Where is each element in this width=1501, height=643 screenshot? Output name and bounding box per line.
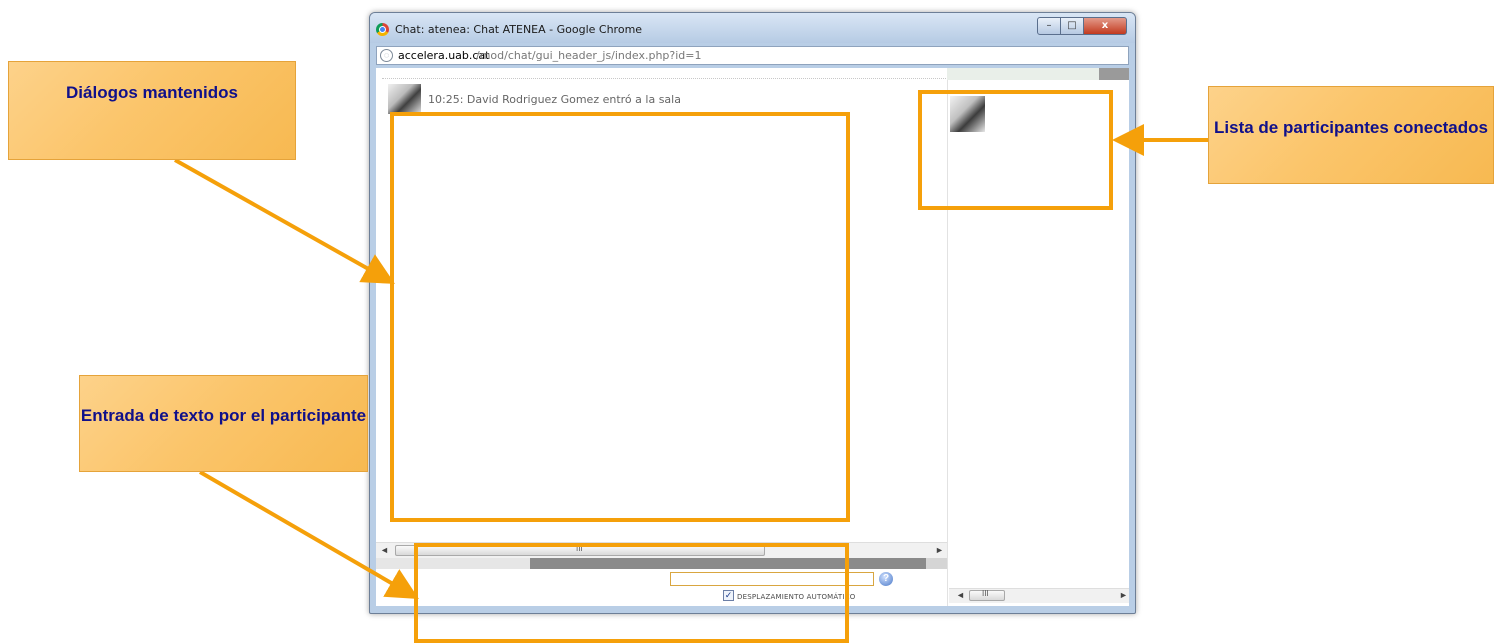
dialogs-arrow: [174, 158, 395, 284]
users-scroll-strip: [1099, 68, 1129, 80]
divider: [382, 78, 950, 79]
window-title: Chat: atenea: Chat ATENEA - Google Chrom…: [395, 23, 643, 36]
scroll-right-arrow-icon[interactable]: ►: [935, 545, 944, 555]
avatar: [388, 84, 421, 114]
chat-message: 10:25: David Rodriguez Gomez entró a la …: [428, 93, 681, 106]
frame-bar-right: [926, 558, 947, 569]
address-bar[interactable]: ◌ accelera.uab.cat /mod/chat/gui_header_…: [376, 46, 1129, 65]
close-button[interactable]: x: [1083, 17, 1127, 35]
chrome-logo-icon: [376, 23, 389, 36]
scroll-left-arrow-icon[interactable]: ◄: [956, 590, 965, 600]
globe-icon: ◌: [380, 49, 393, 62]
title-bar[interactable]: Chat: atenea: Chat ATENEA - Google Chrom…: [370, 13, 1135, 43]
minimize-button[interactable]: –: [1037, 17, 1061, 35]
entry-highlight-box: [414, 543, 849, 643]
scroll-thumb[interactable]: III: [969, 589, 1005, 601]
scroll-left-arrow-icon[interactable]: ◄: [380, 545, 389, 555]
url-path: /mod/chat/gui_header_js/index.php?id=1: [476, 49, 702, 62]
users-horizontal-scrollbar[interactable]: ◄ III ►: [949, 588, 1129, 603]
scroll-right-arrow-icon[interactable]: ►: [1119, 590, 1128, 600]
maximize-button[interactable]: □: [1060, 17, 1084, 35]
help-icon[interactable]: ?: [879, 572, 893, 586]
entry-callout: Entrada de texto por el participante: [79, 375, 368, 472]
dialogs-highlight-box: [390, 112, 850, 522]
participants-highlight-box: [918, 90, 1113, 210]
users-header-strip: [947, 68, 1099, 80]
participants-callout: Lista de participantes conectados: [1208, 86, 1494, 184]
scroll-grip: III: [982, 589, 989, 598]
dialogs-callout: Diálogos mantenidos: [8, 61, 296, 160]
